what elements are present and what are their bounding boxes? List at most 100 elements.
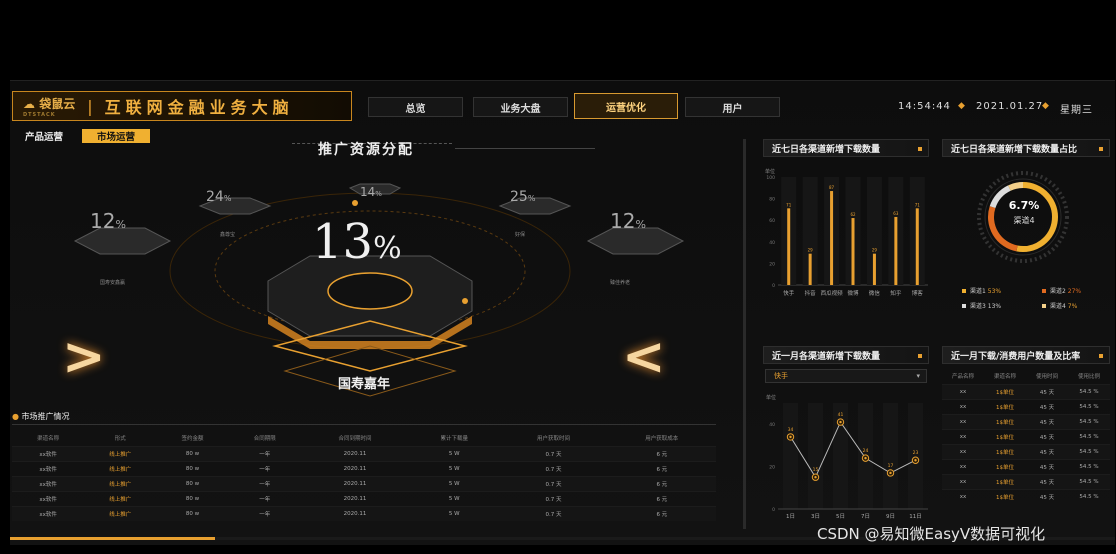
table-cell: 80 w [156, 475, 229, 491]
col-header: 合同期限 [253, 436, 276, 443]
bar[interactable] [808, 253, 812, 285]
table-row[interactable]: xx软件 线上推广 80 w 一年 2020.11 5 W 0.7 天6 元 [12, 445, 716, 461]
x-tick-label: 微博 [847, 289, 859, 297]
table-row[interactable]: xx软件 线上推广 80 w 一年 2020.11 5 W 0.7 天6 元 [12, 460, 716, 476]
table-row[interactable]: xx 1$单位 45 天 54.5 % [942, 383, 1110, 399]
main-percentage: 13% [312, 214, 402, 270]
table-cell: 0.7 天 [499, 475, 608, 491]
y-tick-label: 0 [772, 283, 775, 289]
table-row[interactable]: xx 1$单位 45 天 54.5 % [942, 473, 1110, 489]
data-point-core [864, 456, 867, 460]
clock-time: 14:54:44 [898, 101, 951, 112]
bar-value-label: 71 [915, 202, 921, 207]
table-row[interactable]: xx 1$单位 45 天 54.5 % [942, 443, 1110, 459]
table-cell: 1$单位 [984, 428, 1026, 444]
side-pct-5: 12% [610, 209, 646, 233]
donut-center-label: 渠道4 [1013, 216, 1035, 225]
table-row[interactable]: xx 1$单位 45 天 54.5 % [942, 413, 1110, 429]
logo-subtext: DTSTACK [23, 111, 56, 118]
table-cell: xx [942, 413, 984, 429]
table-cell: 54.5 % [1068, 398, 1110, 414]
brand-bar: ☁ 袋鼠云 DTSTACK | 互联网金融业务大脑 [12, 91, 352, 121]
table-cell: 45 天 [1026, 458, 1068, 474]
table-cell: 一年 [228, 505, 301, 521]
table-cell: 6 元 [607, 505, 716, 521]
y-tick-label: 100 [766, 175, 775, 181]
bar-value-label: 29 [808, 248, 814, 253]
table-row[interactable]: xx软件 线上推广 80 w 一年 2020.11 5 W 0.7 天6 元 [12, 475, 716, 491]
legend-pct: 13% [987, 303, 1002, 310]
table-cell: 80 w [156, 460, 229, 476]
subtab-market[interactable]: 市场运营 [82, 129, 150, 143]
table-cell: xx [942, 473, 984, 489]
tab-business[interactable]: 业务大盘 [473, 97, 568, 117]
chevron-down-icon: ▾ [916, 372, 920, 380]
legend-swatch [1042, 289, 1046, 293]
table-cell: 45 天 [1026, 383, 1068, 399]
table-cell: 1$单位 [984, 488, 1026, 504]
legend-item-4: 渠道4 7% [1042, 301, 1077, 310]
table-cell: 0.7 天 [499, 505, 608, 521]
bar[interactable] [851, 218, 855, 285]
side-label-5: 臻佳养老 [610, 280, 631, 286]
x-tick-label: 11日 [909, 513, 922, 520]
users-table: 产品名称 渠道名称 使用时间 使用比例 xx 1$单位 45 天 54.5 % xx 1$单位 4… [942, 369, 1110, 504]
bar[interactable] [787, 208, 791, 285]
table-row[interactable]: xx 1$单位 45 天 54.5 % [942, 488, 1110, 504]
table-cell: xx [942, 383, 984, 399]
table-row[interactable]: xx 1$单位 45 天 54.5 % [942, 398, 1110, 414]
market-title-text: 市场推广情况 [21, 412, 70, 421]
bar[interactable] [872, 253, 876, 285]
table-cell: 80 w [156, 445, 229, 461]
data-point-core [914, 459, 917, 462]
side-pct-4: 25% [510, 189, 535, 205]
bar[interactable] [830, 191, 834, 285]
table-row[interactable]: xx软件 线上推广 80 w 一年 2020.11 5 W 0.7 天6 元 [12, 505, 716, 521]
col-header: 形式 [114, 436, 126, 443]
table-cell: 5 W [409, 460, 500, 476]
bar[interactable] [915, 208, 919, 285]
panel-title-monthly-users: 近一月下载/消费用户数量及比率 [942, 346, 1110, 364]
subtab-product[interactable]: 产品运营 [16, 129, 72, 143]
table-cell: 5 W [409, 445, 500, 461]
table-cell: 6 元 [607, 460, 716, 476]
bar[interactable] [894, 216, 898, 285]
bar-chart: 0 20 40 60 80 100 71 快手 29 抖音 87 西瓜视频 62 微博 29 微信 63 知乎 71… [766, 175, 928, 297]
panel-title-weekly-downloads: 近七日各渠道新增下载数量 [763, 139, 929, 157]
table-cell: 54.5 % [1068, 488, 1110, 504]
point-value-label: 17 [888, 463, 894, 469]
side-pct-sign: % [375, 190, 382, 198]
donut-center-pct: 6.7% [1008, 199, 1040, 212]
table-cell: 一年 [228, 445, 301, 461]
channel-dropdown[interactable]: 快手 ▾ [765, 369, 927, 383]
table-cell: xx [942, 488, 984, 504]
table-row[interactable]: xx软件 线上推广 80 w 一年 2020.11 5 W 0.7 天6 元 [12, 490, 716, 506]
tab-operations[interactable]: 运营优化 [574, 93, 678, 119]
tab-overview[interactable]: 总览 [368, 97, 463, 117]
arrow-left-icon[interactable]: < [622, 327, 666, 387]
vertical-divider [743, 139, 746, 529]
table-row[interactable]: xx 1$单位 45 天 54.5 % [942, 458, 1110, 474]
table-cell: 线上推广 [84, 475, 157, 491]
side-pct-2: 24% [206, 189, 231, 205]
main-pct-value: 13 [312, 214, 374, 270]
table-cell: 一年 [228, 490, 301, 506]
table-cell: 80 w [156, 490, 229, 506]
table-cell: 54.5 % [1068, 473, 1110, 489]
col-header: 使用比例 [1077, 374, 1100, 381]
table-cell: 5 W [409, 505, 500, 521]
tab-users[interactable]: 用户 [685, 97, 780, 117]
table-cell: 2020.11 [300, 490, 410, 506]
clock-date: 2021.01.27 [976, 101, 1044, 112]
arrow-right-icon[interactable]: > [62, 327, 106, 387]
table-cell: xx软件 [12, 445, 85, 461]
donut-slice[interactable] [1008, 182, 1024, 191]
x-tick-label: 5日 [836, 513, 845, 520]
table-row[interactable]: xx 1$单位 45 天 54.5 % [942, 428, 1110, 444]
table-cell: 2020.11 [300, 445, 410, 461]
data-point-core [889, 471, 892, 475]
x-tick-label: 博客 [912, 289, 924, 297]
market-title: ● 市场推广情况 [12, 411, 70, 422]
bar-value-label: 29 [872, 248, 878, 253]
col-header: 合同到期时间 [338, 436, 372, 443]
